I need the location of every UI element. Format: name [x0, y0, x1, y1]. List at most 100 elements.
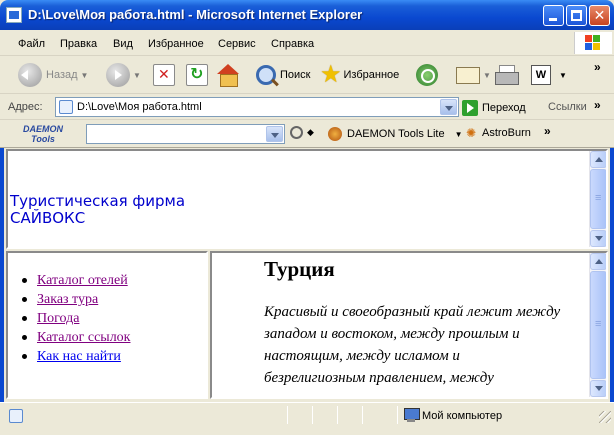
forward-dropdown-icon: ▼ [133, 70, 141, 80]
bullet-icon [22, 354, 27, 359]
edit-button[interactable]: W ▼ [531, 60, 567, 90]
links-button[interactable]: Ссылки [548, 101, 587, 113]
page-icon [59, 100, 73, 114]
list-item: Погода [20, 309, 130, 328]
close-button[interactable]: ✕ [589, 5, 610, 26]
bullet-icon [22, 316, 27, 321]
daemon-logo-line2: Tools [31, 134, 55, 144]
stop-icon [153, 64, 175, 86]
star-icon: ★ [320, 61, 342, 88]
daemon-search-button[interactable]: ◆ [290, 126, 314, 139]
address-dropdown-button[interactable] [440, 99, 457, 115]
menu-favorites[interactable]: Избранное [148, 38, 204, 50]
company-name: Туристическая фирма САЙВОКС [10, 193, 185, 227]
minimize-button[interactable] [543, 5, 564, 26]
windows-flag-icon [585, 35, 601, 51]
links-more-chevron[interactable]: » [594, 98, 601, 112]
daemon-search-dropdown[interactable] [266, 126, 283, 142]
back-dropdown-icon: ▼ [80, 70, 89, 80]
scroll-up-button[interactable] [590, 151, 606, 168]
nav-link-weather[interactable]: Погода [37, 311, 79, 326]
refresh-button[interactable] [186, 60, 208, 90]
scroll-down-button[interactable] [590, 230, 606, 247]
bullet-icon [22, 278, 27, 283]
resize-grip[interactable] [599, 411, 611, 423]
diamond-separator-icon: ◆ [307, 127, 314, 137]
menu-file[interactable]: Файл [18, 38, 45, 50]
stop-button[interactable] [153, 60, 175, 90]
scroll-down-button[interactable] [590, 380, 606, 397]
favorites-label: Избранное [343, 69, 400, 81]
edit-dropdown-icon: ▼ [559, 70, 567, 80]
scroll-up-button[interactable] [590, 253, 606, 270]
home-button[interactable] [216, 60, 240, 90]
ie-page-icon [6, 7, 22, 23]
toolbar-more-button[interactable]: » [594, 52, 601, 82]
word-edit-icon: W [531, 65, 551, 85]
scroll-thumb[interactable] [590, 271, 606, 379]
toolbar-more-chevron: » [594, 60, 601, 74]
status-bar: Мой компьютер [0, 402, 614, 435]
search-button[interactable]: Поиск [256, 60, 310, 90]
window-title: D:\Love\Моя работа.html - Microsoft Inte… [28, 7, 363, 22]
daemon-tools-icon [328, 127, 342, 141]
daemon-tools-lite-button[interactable]: DAEMON Tools Lite ▼ [328, 127, 463, 141]
company-name-line1: Туристическая фирма [10, 192, 186, 210]
close-icon: ✕ [593, 7, 606, 23]
title-bar[interactable]: D:\Love\Моя работа.html - Microsoft Inte… [0, 0, 614, 30]
nav-link-hotels[interactable]: Каталог отелей [37, 273, 128, 288]
back-button[interactable]: Назад ▼ [18, 60, 88, 90]
my-computer-icon [404, 408, 420, 422]
status-separator [362, 406, 363, 424]
nav-link-link-catalog[interactable]: Каталог ссылок [37, 330, 130, 345]
nav-link-how-to-find[interactable]: Как нас найти [37, 349, 121, 364]
daemon-tools-logo: DAEMON Tools [18, 124, 68, 144]
list-item: Заказ тура [20, 290, 130, 309]
nav-link-order-tour[interactable]: Заказ тура [37, 292, 98, 307]
status-separator [287, 406, 288, 424]
menu-bar: Файл Правка Вид Избранное Сервис Справка [0, 30, 614, 56]
header-frame-scrollbar[interactable] [589, 151, 606, 247]
mail-button[interactable]: ▼ [456, 60, 491, 90]
nav-link-list: Каталог отелей Заказ тура Погода Каталог… [20, 271, 130, 366]
address-value: D:\Love\Моя работа.html [77, 101, 202, 113]
daemon-more-chevron[interactable]: » [544, 124, 551, 138]
forward-button[interactable]: ▼ [106, 60, 141, 90]
address-bar: Адрес: D:\Love\Моя работа.html Переход С… [0, 94, 614, 120]
address-input[interactable]: D:\Love\Моя работа.html [55, 97, 459, 117]
menu-help[interactable]: Справка [271, 38, 314, 50]
status-page-icon [9, 409, 23, 423]
list-item: Каталог ссылок [20, 328, 130, 347]
navigation-frame: Каталог отелей Заказ тура Погода Каталог… [6, 251, 208, 399]
list-item: Как нас найти [20, 347, 130, 366]
print-button[interactable] [494, 60, 519, 90]
header-frame: Туристическая фирма САЙВОКС [6, 149, 608, 249]
daemon-search-input[interactable] [86, 124, 285, 144]
refresh-icon [186, 64, 208, 86]
country-title: Турция [264, 257, 335, 281]
list-item: Каталог отелей [20, 271, 130, 290]
company-name-line2: САЙВОКС [10, 209, 86, 227]
media-button[interactable] [416, 60, 438, 90]
address-label: Адрес: [8, 101, 43, 113]
print-icon [494, 65, 519, 85]
back-arrow-icon [18, 63, 42, 87]
minimize-icon [549, 18, 557, 21]
menu-view[interactable]: Вид [113, 38, 133, 50]
favorites-button[interactable]: ★ Избранное [320, 60, 399, 90]
mail-icon [456, 66, 480, 84]
go-button[interactable]: Переход [462, 99, 526, 117]
astroburn-icon: ✺ [466, 126, 477, 140]
mail-dropdown-icon: ▼ [483, 70, 491, 80]
astroburn-label: AstroBurn [482, 127, 531, 139]
status-separator [312, 406, 313, 424]
search-icon [256, 65, 276, 85]
scroll-thumb[interactable] [590, 169, 606, 229]
maximize-button[interactable] [566, 5, 587, 26]
forward-arrow-icon [106, 63, 130, 87]
content-frame-scrollbar[interactable] [589, 253, 606, 397]
astroburn-button[interactable]: ✺ AstroBurn [466, 127, 531, 139]
menu-tools[interactable]: Сервис [218, 38, 256, 50]
menu-edit[interactable]: Правка [60, 38, 97, 50]
go-label: Переход [482, 102, 526, 114]
